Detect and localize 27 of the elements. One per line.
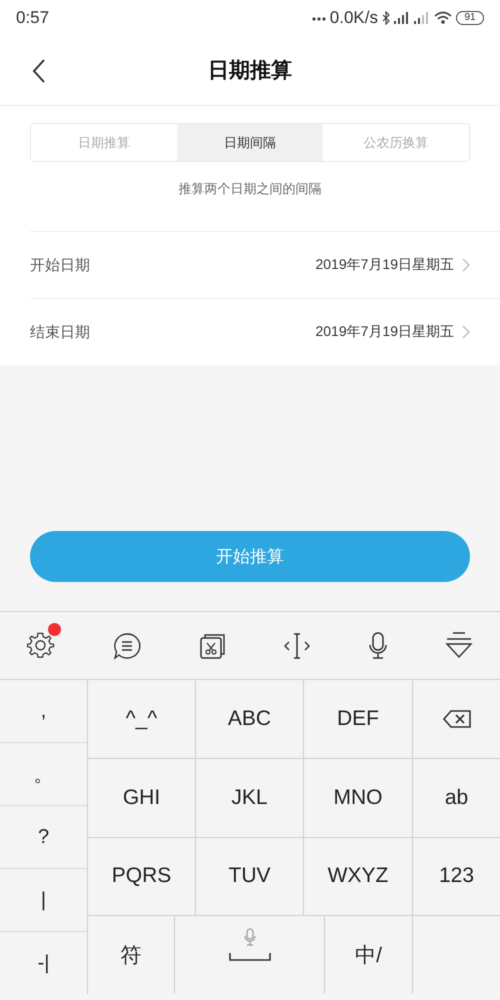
- signal-icon: [414, 12, 430, 24]
- date-value[interactable]: 2019年7月19日星期五: [315, 323, 454, 341]
- segment-tab[interactable]: 日期间隔: [177, 124, 323, 161]
- page-title: 日期推算: [208, 58, 292, 84]
- space-bar-icon: [228, 952, 270, 962]
- bluetooth-icon: [382, 10, 390, 24]
- chevron-right-icon: [462, 258, 470, 272]
- network-speed: 0.0K/s: [330, 8, 378, 28]
- wifi-icon: [434, 11, 452, 24]
- date-value[interactable]: 2019年7月19日星期五: [315, 256, 454, 274]
- clipboard-scissors-icon[interactable]: [198, 632, 227, 660]
- clock-time: 0:57: [16, 8, 50, 28]
- chevron-right-icon: [462, 325, 470, 339]
- text-cursor-icon[interactable]: [283, 632, 312, 660]
- row-label: 开始日期: [30, 256, 91, 274]
- back-icon[interactable]: [32, 58, 46, 84]
- row-label: 结束日期: [30, 322, 91, 342]
- collapse-keyboard-icon[interactable]: [444, 630, 473, 660]
- description-text: 推算两个日期之间的间隔: [178, 180, 322, 198]
- battery-indicator: 91: [456, 10, 484, 24]
- settings-icon[interactable]: [27, 632, 55, 660]
- chat-icon[interactable]: [112, 632, 142, 660]
- backspace-icon: [442, 710, 470, 728]
- signal-icon: [394, 12, 410, 24]
- microphone-icon[interactable]: [368, 630, 388, 660]
- microphone-icon: [244, 928, 256, 946]
- dots-icon: [312, 14, 326, 20]
